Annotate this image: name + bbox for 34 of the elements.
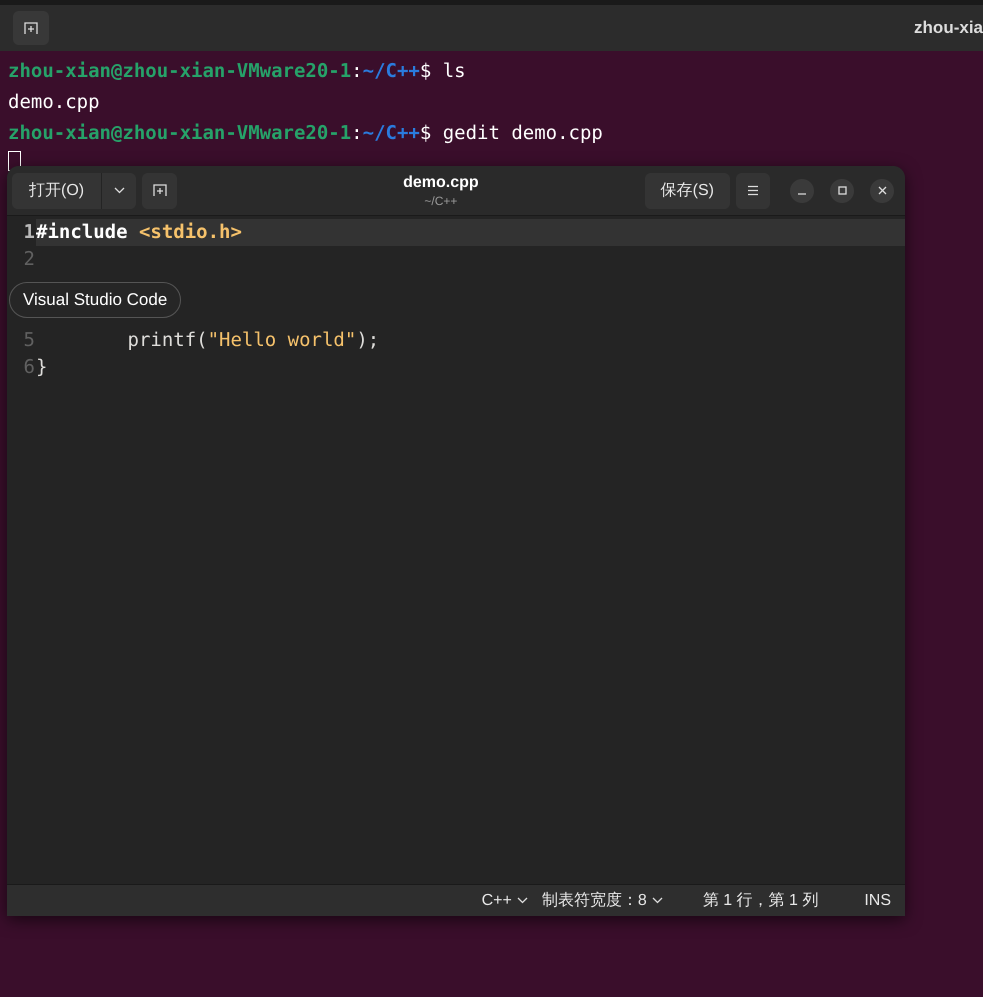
new-tab-icon — [24, 22, 38, 34]
cursor-position: 第 1 行，第 1 列 — [702, 890, 818, 910]
chevron-down-icon — [516, 897, 528, 904]
new-tab-button[interactable] — [142, 172, 178, 208]
terminal-line: demo.cpp — [8, 90, 100, 115]
insert-mode: INS — [864, 890, 891, 910]
save-button[interactable]: 保存(S) — [644, 172, 730, 208]
close-icon — [878, 186, 886, 195]
minimize-icon — [798, 193, 806, 195]
new-tab-icon — [152, 184, 167, 197]
line-number: 2 — [22, 247, 36, 272]
menu-icon — [747, 185, 759, 196]
line-number: 1 — [7, 219, 36, 246]
terminal-line: zhou-xian@zhou-xian-VMware20-1:~/C++$ ls — [8, 59, 466, 84]
document-title: demo.cpp — [403, 172, 479, 192]
tab-width-selector[interactable]: 制表符宽度：8 — [542, 888, 663, 912]
terminal-line: zhou-xian@zhou-xian-VMware20-1:~/C++$ gedit demo.cpp — [8, 121, 603, 146]
chevron-down-icon — [114, 187, 125, 194]
close-button[interactable] — [870, 178, 894, 202]
code-line: } — [36, 355, 48, 380]
code-line: printf("Hello world"); — [126, 328, 380, 353]
document-path: ~/C++ — [424, 192, 458, 208]
language-selector[interactable]: C++ — [482, 888, 528, 912]
maximize-button[interactable] — [830, 178, 854, 202]
new-tab-button[interactable] — [13, 11, 49, 45]
minimize-button[interactable] — [790, 178, 814, 202]
current-line-highlight: #include <stdio.h> — [36, 219, 905, 246]
line-number: 6 — [22, 355, 36, 380]
tooltip: Visual Studio Code — [9, 282, 182, 318]
maximize-icon — [838, 186, 846, 195]
chevron-down-icon — [652, 897, 663, 904]
terminal-title: zhou-xia — [914, 17, 983, 40]
menu-button[interactable] — [736, 172, 770, 208]
line-number: 5 — [22, 328, 36, 353]
